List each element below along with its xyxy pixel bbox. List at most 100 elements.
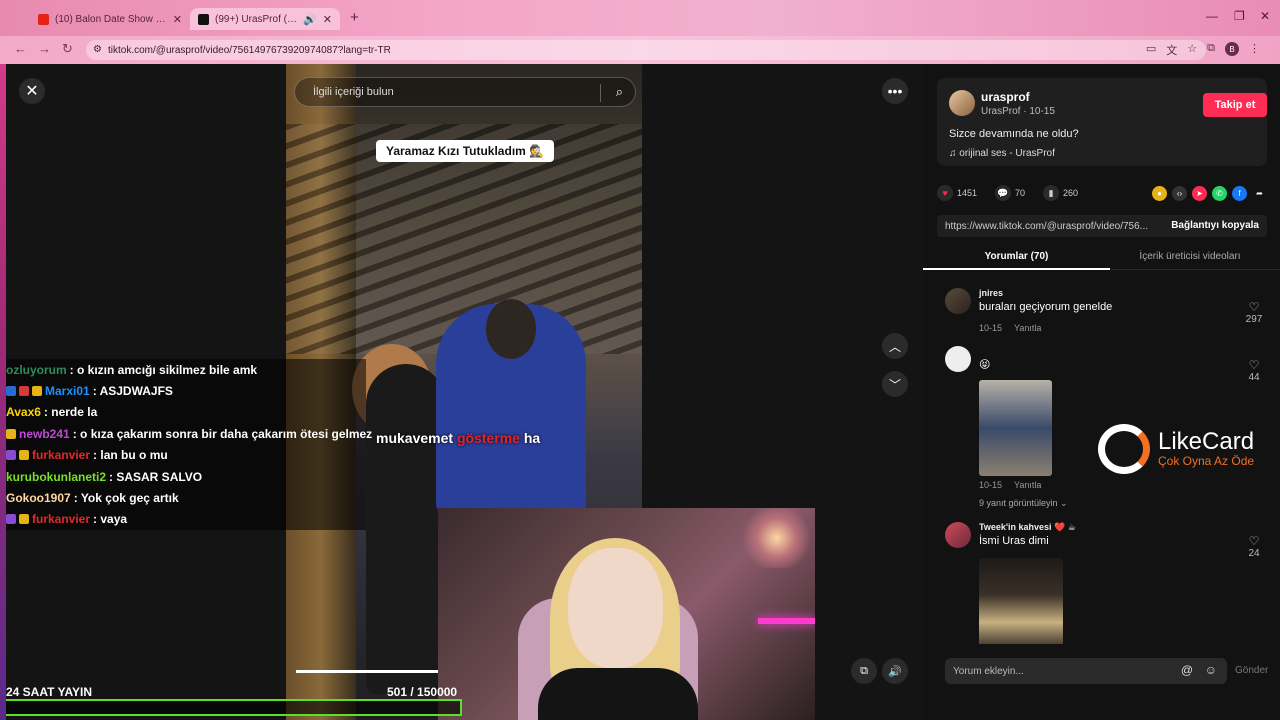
commenter-name[interactable]: jnires xyxy=(979,288,1003,298)
save-stat[interactable]: ▮ 260 xyxy=(1043,185,1078,201)
extensions-icon[interactable]: ⧉ xyxy=(1207,42,1215,58)
reply-button[interactable]: Yanıtla xyxy=(1014,480,1041,490)
send-icon[interactable]: ➤ xyxy=(1192,185,1207,201)
like-count: 1451 xyxy=(957,188,978,198)
subtitle-part: mukavemet xyxy=(376,430,454,446)
comment-like[interactable]: ♡ 297 xyxy=(1243,300,1265,325)
comment-input[interactable]: Yorum ekleyin... @ ☺ xyxy=(945,658,1227,684)
comment-image[interactable] xyxy=(979,380,1052,476)
search-icon[interactable]: ⌕ xyxy=(616,84,623,100)
more-options-button[interactable]: ••• xyxy=(882,78,908,104)
back-button[interactable]: ← xyxy=(14,41,27,56)
sound-link[interactable]: ♫ orijinal ses - UrasProf xyxy=(949,148,1055,159)
commenter-avatar[interactable] xyxy=(945,522,971,548)
chat-message: ozluyorum: o kızın amcığı sikilmez bile … xyxy=(6,359,366,381)
menu-icon[interactable]: ⋮ xyxy=(1249,42,1260,58)
volume-icon: 🔊 xyxy=(888,665,902,678)
volume-button[interactable]: 🔊 xyxy=(882,658,908,684)
comment-placeholder: Yorum ekleyin... xyxy=(953,665,1024,677)
chat-text: : vaya xyxy=(93,512,128,527)
browser-tab-tiktok[interactable]: (99+) UrasProf (@urasprof) 🔊 ✕ xyxy=(190,8,340,30)
comment-date: 10-15 xyxy=(979,480,1003,490)
whatsapp-icon[interactable]: ✆ xyxy=(1212,185,1227,201)
progress-fill xyxy=(296,670,440,673)
related-search-input[interactable]: İlgili içeriği bulun ⌕ xyxy=(294,77,636,107)
comment-item: Tweek'in kahvesi ❤️ ☕ İsmi Uras dimi ♡ 24 xyxy=(945,522,1265,644)
cast-icon[interactable]: ▭ xyxy=(1146,42,1156,58)
comment-item: jnires buraları geçiyorum genelde 10-15 Y… xyxy=(945,288,1265,344)
comment-text: buraları geçiyorum genelde xyxy=(979,301,1113,313)
reply-button[interactable]: Yanıtla xyxy=(1014,323,1041,333)
chat-username: Marxi01 xyxy=(45,384,90,399)
like-stat[interactable]: ♥ 1451 xyxy=(937,185,977,201)
site-info-icon[interactable]: ⚙ xyxy=(93,44,102,55)
chat-message: furkanvier: vaya xyxy=(6,508,366,531)
chat-badge-icon xyxy=(19,386,29,397)
url-field[interactable]: ⚙ tiktok.com/@urasprof/video/75614976739… xyxy=(86,40,1206,60)
heart-outline-icon: ♡ xyxy=(1248,534,1260,548)
bookmark-star-icon[interactable]: ☆ xyxy=(1187,42,1197,58)
chat-message: newb241: o kıza çakarım sonra bir daha ç… xyxy=(6,423,372,445)
chat-text: : o kızın amcığı sikilmez bile amk xyxy=(69,362,258,377)
new-tab-button[interactable]: + xyxy=(350,9,359,26)
share-icon[interactable]: ➦ xyxy=(1252,186,1267,201)
chat-text: : lan bu o mu xyxy=(93,448,168,463)
streamer-webcam xyxy=(438,508,815,720)
browser-tab-youtube[interactable]: (10) Balon Date Show 29. Bölüm ✕ xyxy=(30,8,190,30)
chat-badge-icon xyxy=(6,450,16,461)
video-caption: Yaramaz Kızı Tutukladım 🕵 xyxy=(376,140,555,162)
goal-counter: 501 / 150000 xyxy=(387,685,457,699)
video-link-field[interactable]: https://www.tiktok.com/@urasprof/video/7… xyxy=(937,215,1267,237)
tab-creator-videos[interactable]: İçerik üreticisi videoları xyxy=(1110,251,1270,262)
chat-username: kurubokunlaneti2 xyxy=(6,469,107,484)
chat-badge-icon xyxy=(6,386,16,397)
author-avatar[interactable] xyxy=(949,90,975,116)
comment-stat[interactable]: 💬 70 xyxy=(995,185,1025,201)
address-bar: ← → ↻ ⚙ tiktok.com/@urasprof/video/75614… xyxy=(0,36,1280,64)
facebook-icon[interactable]: f xyxy=(1232,185,1247,201)
view-replies-button[interactable]: 9 yanıt görüntüleyin ⌄ xyxy=(979,498,1068,509)
translate-icon[interactable]: 文 xyxy=(1166,42,1177,58)
video-description: Sizce devamında ne oldu? xyxy=(949,128,1079,140)
follow-button[interactable]: Takip et xyxy=(1203,93,1267,117)
author-name[interactable]: urasprof xyxy=(981,90,1030,104)
emoji-icon[interactable]: ☺ xyxy=(1205,663,1217,677)
goal-bar xyxy=(6,699,462,716)
close-tab-icon[interactable]: ✕ xyxy=(173,13,182,26)
speaker-icon[interactable]: 🔊 xyxy=(303,13,317,26)
coin-icon[interactable]: ● xyxy=(1152,185,1167,201)
copy-link-button[interactable]: Bağlantıyı kopyala xyxy=(1171,220,1259,231)
embed-icon[interactable]: ‹› xyxy=(1172,185,1187,201)
chat-text: : nerde la xyxy=(43,405,98,420)
close-tab-icon[interactable]: ✕ xyxy=(323,13,332,26)
profile-avatar[interactable]: B xyxy=(1225,42,1239,56)
close-window-button[interactable]: ✕ xyxy=(1260,9,1270,23)
comment-image[interactable] xyxy=(979,558,1063,644)
chat-text: : ASJDWAJFS xyxy=(92,384,173,399)
floating-player-button[interactable]: ⧉ xyxy=(851,658,877,684)
browser-tab-bar: (10) Balon Date Show 29. Bölüm ✕ (99+) U… xyxy=(0,0,1280,36)
maximize-button[interactable]: ❐ xyxy=(1234,9,1245,23)
forward-button[interactable]: → xyxy=(38,41,51,56)
mention-icon[interactable]: @ xyxy=(1181,663,1193,677)
subtitle-highlight: gösterme xyxy=(456,430,520,446)
comment-like-count: 24 xyxy=(1248,548,1260,559)
comment-like[interactable]: ♡ 44 xyxy=(1243,358,1265,383)
commenter-avatar[interactable] xyxy=(945,288,971,314)
previous-video-button[interactable]: ︿ xyxy=(882,333,908,359)
comment-like[interactable]: ♡ 24 xyxy=(1243,534,1265,559)
send-comment-button[interactable]: Gönder xyxy=(1235,665,1268,676)
next-video-button[interactable]: ﹀ xyxy=(882,371,908,397)
tab-comments[interactable]: Yorumlar (70) xyxy=(923,251,1110,262)
commenter-name[interactable]: Tweek'in kahvesi ❤️ ☕ xyxy=(979,522,1076,533)
commenter-avatar[interactable] xyxy=(945,346,971,372)
reload-button[interactable]: ↻ xyxy=(62,41,73,57)
minimize-button[interactable]: — xyxy=(1206,9,1218,23)
comment-meta: 10-15 Yanıtla xyxy=(979,323,1041,333)
ad-slogan: Çok Oyna Az Öde xyxy=(1158,454,1255,468)
chat-message: Marxi01: ASJDWAJFS xyxy=(6,380,366,402)
close-video-button[interactable]: ✕ xyxy=(19,78,45,104)
author-meta: UrasProf · 10-15 xyxy=(981,106,1055,117)
comment-count: 70 xyxy=(1015,188,1026,198)
chat-text: : Yok çok geç artık xyxy=(73,491,179,506)
